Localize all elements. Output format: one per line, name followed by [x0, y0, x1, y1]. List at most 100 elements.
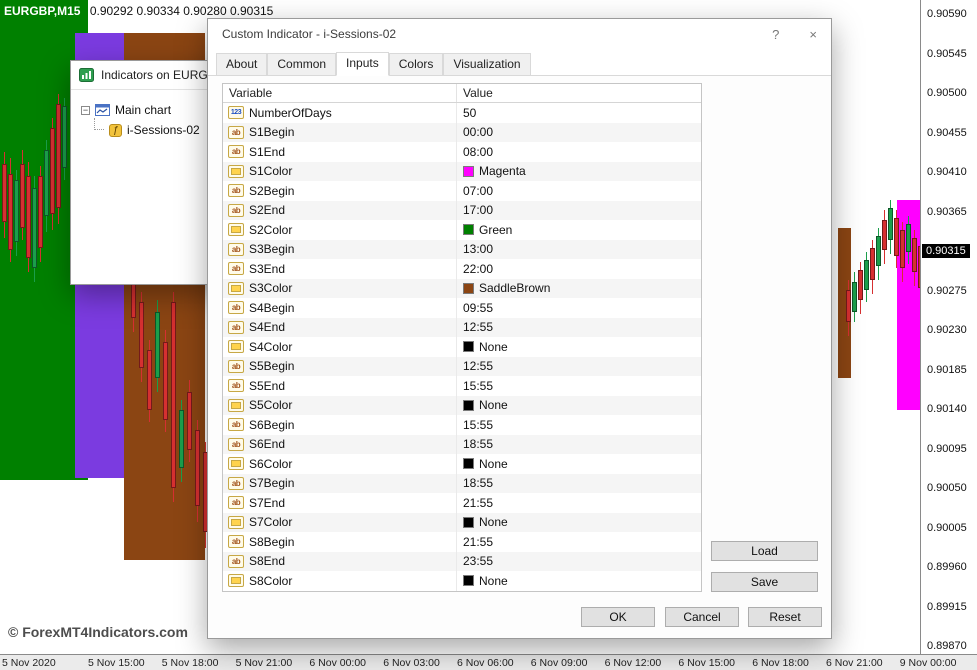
value-cell[interactable]: 08:00	[457, 142, 701, 162]
close-icon[interactable]: ×	[809, 27, 817, 42]
tab-visualization[interactable]: Visualization	[443, 53, 530, 75]
table-row[interactable]: S6ColorNone	[223, 454, 701, 474]
variable-cell: S7Color	[223, 513, 457, 533]
text-icon: ab	[228, 438, 244, 451]
value-cell[interactable]: 17:00	[457, 201, 701, 221]
text-icon: ab	[228, 535, 244, 548]
time-axis[interactable]: 5 Nov 20205 Nov 15:005 Nov 18:005 Nov 21…	[0, 654, 977, 670]
tab-colors[interactable]: Colors	[389, 53, 444, 75]
value-text: 12:55	[463, 359, 493, 373]
variable-name: S3End	[249, 262, 285, 276]
value-cell[interactable]: 00:00	[457, 123, 701, 143]
table-row[interactable]: abS8Begin21:55	[223, 532, 701, 552]
table-row[interactable]: abS3Begin13:00	[223, 240, 701, 260]
value-cell[interactable]: 12:55	[457, 318, 701, 338]
value-cell[interactable]: 22:00	[457, 259, 701, 279]
number-icon: 123	[228, 106, 244, 119]
value-cell[interactable]: 50	[457, 103, 701, 123]
value-cell[interactable]: SaddleBrown	[457, 279, 701, 299]
value-text: None	[479, 574, 508, 588]
value-cell[interactable]: 09:55	[457, 298, 701, 318]
table-row[interactable]: S4Color None	[223, 337, 701, 357]
value-cell[interactable]: None	[457, 396, 701, 416]
value-text: 07:00	[463, 184, 493, 198]
table-row[interactable]: abS6Begin15:55	[223, 415, 701, 435]
value-cell[interactable]: Green	[457, 220, 701, 240]
table-row[interactable]: abS2End17:00	[223, 201, 701, 221]
load-button[interactable]: Load	[711, 541, 818, 561]
table-row[interactable]: S2ColorGreen	[223, 220, 701, 240]
candle-body	[147, 350, 152, 410]
value-text: 15:55	[463, 379, 493, 393]
time-axis-label: 6 Nov 06:00	[457, 657, 514, 669]
value-cell[interactable]: 07:00	[457, 181, 701, 201]
table-row[interactable]: 123 NumberOfDays 50	[223, 103, 701, 123]
price-axis-label: 0.90545	[927, 48, 967, 60]
value-cell[interactable]: 13:00	[457, 240, 701, 260]
dialog-titlebar[interactable]: Custom Indicator - i-Sessions-02 ? ×	[208, 19, 831, 49]
variable-cell: abS7Begin	[223, 474, 457, 494]
collapse-expander-icon[interactable]: −	[81, 106, 90, 115]
table-row[interactable]: S3ColorSaddleBrown	[223, 279, 701, 299]
variable-name: S4Color	[249, 340, 292, 354]
price-axis-label: 0.90455	[927, 127, 967, 139]
table-row[interactable]: abS5Begin12:55	[223, 357, 701, 377]
candle-body	[20, 164, 25, 228]
value-cell[interactable]: None	[457, 571, 701, 591]
column-header-value[interactable]: Value	[457, 84, 499, 102]
value-cell[interactable]: None	[457, 337, 701, 357]
text-icon: ab	[228, 555, 244, 568]
value-text: 13:00	[463, 242, 493, 256]
save-button[interactable]: Save	[711, 572, 818, 592]
table-row[interactable]: abS4End12:55	[223, 318, 701, 338]
value-cell[interactable]: 18:55	[457, 435, 701, 455]
table-row[interactable]: abS8End23:55	[223, 552, 701, 572]
table-row[interactable]: S1ColorMagenta	[223, 162, 701, 182]
tab-about[interactable]: About	[216, 53, 267, 75]
candle-body	[38, 176, 43, 248]
value-cell[interactable]: 15:55	[457, 376, 701, 396]
column-header-variable[interactable]: Variable	[223, 84, 457, 102]
symbol-name: EURGBP,M15	[4, 4, 80, 18]
candle-body	[163, 342, 168, 420]
help-icon[interactable]: ?	[772, 27, 779, 42]
table-row[interactable]: S8ColorNone	[223, 571, 701, 591]
price-axis[interactable]: 0.905900.905450.905000.904550.904100.903…	[920, 0, 977, 654]
table-row[interactable]: abS6End18:55	[223, 435, 701, 455]
candle-body	[26, 176, 31, 258]
tab-inputs[interactable]: Inputs	[336, 52, 389, 76]
table-row[interactable]: S5ColorNone	[223, 396, 701, 416]
table-row[interactable]: abS5End15:55	[223, 376, 701, 396]
time-axis-label: 6 Nov 03:00	[383, 657, 440, 669]
tab-common[interactable]: Common	[267, 53, 336, 75]
value-cell[interactable]: 23:55	[457, 552, 701, 572]
variable-name: NumberOfDays	[249, 106, 332, 120]
mt4-terminal: EURGBP,M15 0.90292 0.90334 0.90280 0.903…	[0, 0, 977, 670]
table-row[interactable]: abS7End21:55	[223, 493, 701, 513]
value-cell[interactable]: 21:55	[457, 493, 701, 513]
value-cell[interactable]: None	[457, 513, 701, 533]
table-row[interactable]: abS1End08:00	[223, 142, 701, 162]
value-cell[interactable]: Magenta	[457, 162, 701, 182]
variable-cell: abS4Begin	[223, 298, 457, 318]
table-row[interactable]: abS2Begin07:00	[223, 181, 701, 201]
reset-button[interactable]: Reset	[748, 607, 822, 627]
value-cell[interactable]: None	[457, 454, 701, 474]
color-swatch	[463, 224, 474, 235]
table-row[interactable]: S7ColorNone	[223, 513, 701, 533]
value-cell[interactable]: 15:55	[457, 415, 701, 435]
ok-button[interactable]: OK	[581, 607, 655, 627]
table-row[interactable]: abS1Begin00:00	[223, 123, 701, 143]
cancel-button[interactable]: Cancel	[665, 607, 739, 627]
value-cell[interactable]: 18:55	[457, 474, 701, 494]
table-row[interactable]: abS4Begin09:55	[223, 298, 701, 318]
value-text: 23:55	[463, 554, 493, 568]
value-cell[interactable]: 21:55	[457, 532, 701, 552]
tree-item-label: i-Sessions-02	[127, 123, 200, 137]
table-row[interactable]: abS3End22:00	[223, 259, 701, 279]
candle-body	[62, 106, 67, 168]
main-chart-icon	[95, 104, 110, 116]
value-cell[interactable]: 12:55	[457, 357, 701, 377]
table-header: Variable Value	[223, 84, 701, 103]
table-row[interactable]: abS7Begin18:55	[223, 474, 701, 494]
